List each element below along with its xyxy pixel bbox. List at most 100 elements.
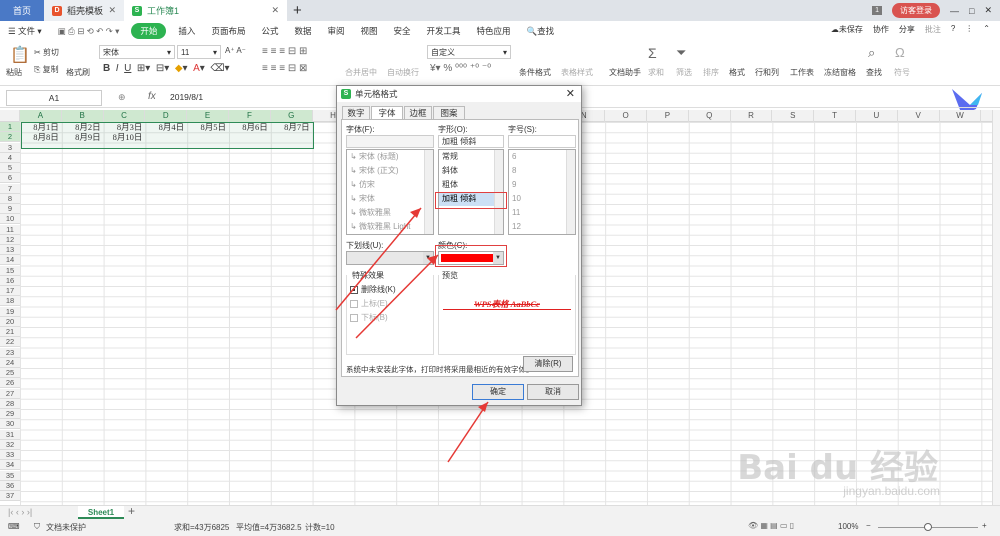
tab-border[interactable]: 边框 bbox=[404, 106, 432, 119]
format-painter-button[interactable]: 格式刷 bbox=[66, 67, 90, 78]
sum-icon[interactable]: Σ bbox=[648, 45, 657, 61]
row-header[interactable]: 8 bbox=[0, 193, 20, 204]
row-header[interactable]: 29 bbox=[0, 409, 20, 420]
row-header[interactable]: 34 bbox=[0, 460, 20, 471]
menu-page-layout[interactable]: 页面布局 bbox=[203, 25, 253, 37]
menu-data[interactable]: 数据 bbox=[286, 25, 319, 37]
login-button[interactable]: 访客登录 bbox=[892, 3, 941, 18]
close-icon[interactable]: ✕ bbox=[108, 5, 116, 16]
add-sheet-icon[interactable]: + bbox=[128, 504, 135, 518]
row-header[interactable]: 9 bbox=[0, 204, 20, 215]
column-header-S[interactable]: S bbox=[772, 110, 815, 122]
menu-insert[interactable]: 插入 bbox=[170, 25, 203, 37]
select-all-corner[interactable] bbox=[0, 110, 20, 122]
font-select[interactable]: 宋体 ▾ bbox=[99, 45, 175, 59]
tab-home[interactable]: 首页 bbox=[0, 0, 44, 21]
collab-button[interactable]: 协作 bbox=[873, 24, 889, 35]
vertical-scrollbar[interactable] bbox=[992, 110, 1000, 505]
row-header[interactable]: 22 bbox=[0, 337, 20, 348]
conditional-format-button[interactable]: 条件格式 bbox=[519, 67, 551, 78]
row-header[interactable]: 27 bbox=[0, 388, 20, 399]
maximize-icon[interactable]: □ bbox=[969, 6, 974, 16]
zoom-formula-icon[interactable]: ⊕ bbox=[118, 92, 126, 103]
cell[interactable]: 8月7日 bbox=[271, 122, 313, 132]
view-mode-icons[interactable]: 👁 ▦ ▤ ▭ ▯ bbox=[748, 521, 794, 530]
row-header[interactable]: 28 bbox=[0, 398, 20, 409]
superscript-checkbox[interactable]: 上标(E) bbox=[350, 298, 388, 309]
table-style-button[interactable]: 表格样式 bbox=[561, 67, 593, 78]
cell[interactable]: 8月9日 bbox=[62, 132, 104, 142]
close-icon[interactable]: ✕ bbox=[566, 87, 575, 100]
row-header[interactable]: 3 bbox=[0, 142, 20, 153]
cell[interactable]: 8月4日 bbox=[145, 122, 187, 132]
cell[interactable]: 8月2日 bbox=[62, 122, 104, 132]
style-input[interactable]: 加粗 倾斜 bbox=[438, 135, 504, 148]
menu-file[interactable]: 文件 bbox=[18, 26, 35, 36]
tab-workbook[interactable]: S 工作簿1 ✕ bbox=[124, 0, 287, 21]
zoom-in-icon[interactable]: + bbox=[982, 521, 987, 530]
row-header[interactable]: 13 bbox=[0, 245, 20, 256]
grow-font-icon[interactable]: A⁺ A⁻ bbox=[225, 46, 246, 55]
search-icon[interactable]: ⌕ bbox=[868, 45, 875, 61]
menu-start[interactable]: 开始 bbox=[131, 23, 167, 39]
column-header-U[interactable]: U bbox=[856, 110, 898, 122]
number-format-select[interactable]: 自定义 ▾ bbox=[427, 45, 511, 59]
menu-developer[interactable]: 开发工具 bbox=[419, 25, 469, 37]
menu-formula[interactable]: 公式 bbox=[253, 25, 286, 37]
sheet-nav-icon[interactable]: |‹ ‹ › ›| bbox=[8, 507, 32, 517]
close-window-icon[interactable]: ✕ bbox=[984, 5, 992, 16]
cell[interactable]: 8月3日 bbox=[104, 122, 146, 132]
zoom-level[interactable]: 100% bbox=[838, 522, 858, 531]
column-header-G[interactable]: G bbox=[270, 110, 313, 122]
tab-font[interactable]: 字体 bbox=[371, 106, 403, 120]
row-header[interactable]: 19 bbox=[0, 306, 20, 317]
cut-button[interactable]: ✂ 剪切 bbox=[34, 47, 59, 58]
keyboard-icon[interactable]: ⌨ bbox=[8, 522, 20, 531]
filter-button[interactable]: 筛选 bbox=[676, 67, 692, 78]
dialog-titlebar[interactable]: S 单元格格式 bbox=[337, 86, 581, 102]
cell[interactable]: 8月6日 bbox=[229, 122, 271, 132]
comment-button[interactable]: 批注 bbox=[925, 24, 941, 35]
row-header[interactable]: 2 bbox=[0, 132, 20, 143]
row-header[interactable]: 10 bbox=[0, 214, 20, 225]
list-item[interactable]: ↳ 宋体 bbox=[347, 192, 433, 206]
new-tab-icon[interactable]: + bbox=[293, 2, 302, 19]
cell[interactable]: 8月5日 bbox=[187, 122, 229, 132]
more-icon[interactable]: ⋮ bbox=[965, 24, 973, 35]
font-list[interactable]: ↳ 宋体 (标题) ↳ 宋体 (正文) ↳ 仿宋 ↳ 宋体 ↳ 微软雅黑 ↳ 微… bbox=[346, 149, 434, 235]
unsaved-status[interactable]: ☁未保存 bbox=[831, 24, 863, 35]
row-header[interactable]: 35 bbox=[0, 470, 20, 481]
copy-button[interactable]: ⎘ 复制 bbox=[34, 64, 59, 75]
cell[interactable]: 8月8日 bbox=[20, 132, 62, 142]
row-header[interactable]: 6 bbox=[0, 173, 20, 184]
row-header[interactable]: 18 bbox=[0, 296, 20, 307]
menu-search[interactable]: 🔍查找 bbox=[519, 25, 563, 37]
worksheet-button[interactable]: 工作表 bbox=[790, 67, 814, 78]
close-icon[interactable]: ✕ bbox=[271, 5, 279, 16]
row-header[interactable]: 20 bbox=[0, 316, 20, 327]
tab-number[interactable]: 数字 bbox=[342, 106, 370, 119]
font-size-select[interactable]: 11 ▾ bbox=[177, 45, 221, 59]
clear-button[interactable]: 清除(R) bbox=[523, 356, 573, 372]
row-header[interactable]: 25 bbox=[0, 368, 20, 379]
row-header[interactable]: 11 bbox=[0, 224, 20, 235]
row-header[interactable]: 31 bbox=[0, 429, 20, 440]
formula-input[interactable]: 2019/8/1 bbox=[170, 92, 203, 102]
row-header[interactable]: 5 bbox=[0, 163, 20, 174]
row-header[interactable]: 32 bbox=[0, 439, 20, 450]
symbol-icon[interactable]: Ω bbox=[895, 45, 905, 60]
row-header[interactable]: 36 bbox=[0, 480, 20, 491]
strikethrough-checkbox[interactable]: 删除线(K) bbox=[350, 284, 396, 295]
hamburger-icon[interactable]: ☰ 文件 ▾ bbox=[0, 25, 50, 37]
list-item[interactable]: ↳ 宋体 (正文) bbox=[347, 164, 433, 178]
zoom-out-icon[interactable]: − bbox=[866, 521, 871, 530]
list-scrollbar[interactable] bbox=[566, 150, 575, 234]
tab-template[interactable]: D 稻壳模板 ✕ bbox=[44, 0, 124, 21]
share-button[interactable]: 分享 bbox=[899, 24, 915, 35]
list-item[interactable]: ↳ 仿宋 bbox=[347, 178, 433, 192]
column-header-A[interactable]: A bbox=[20, 110, 62, 122]
freeze-panes-button[interactable]: 冻结窗格 bbox=[824, 67, 856, 78]
menu-security[interactable]: 安全 bbox=[386, 25, 419, 37]
row-header[interactable]: 21 bbox=[0, 327, 20, 338]
column-header-O[interactable]: O bbox=[605, 110, 647, 122]
